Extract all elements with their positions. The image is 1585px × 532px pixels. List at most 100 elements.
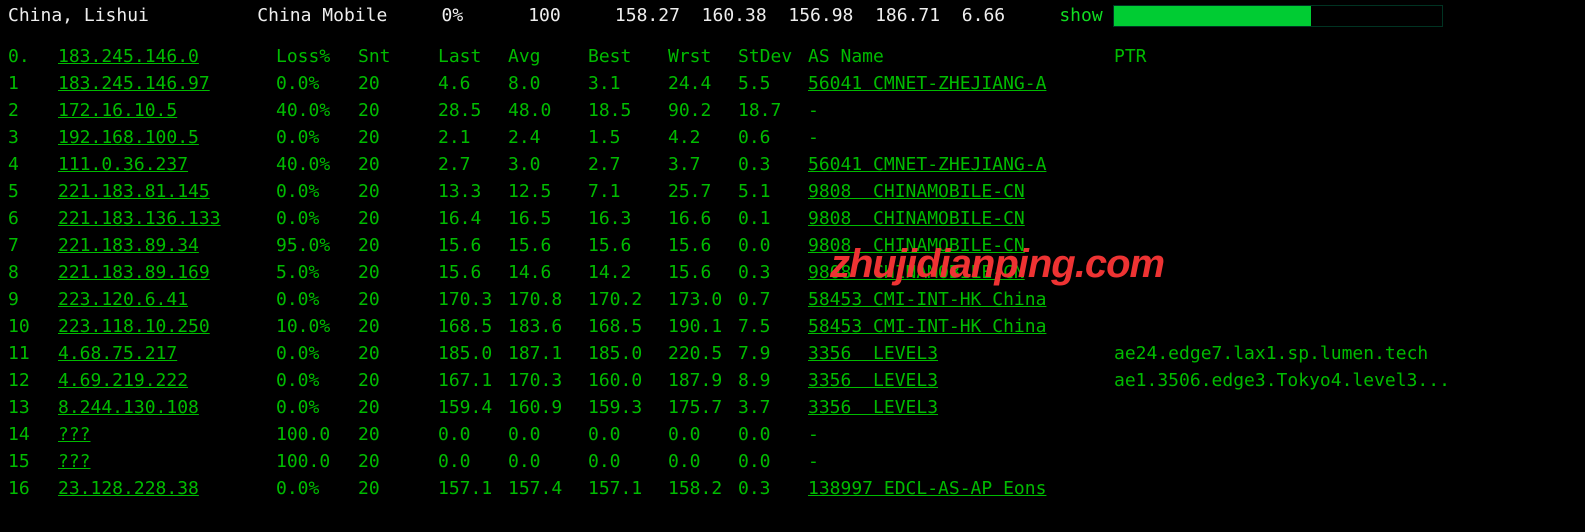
hop-as-name[interactable]: 3356 LEVEL3 [808,340,1114,367]
hop-as-name[interactable]: 9808 CHINAMOBILE-CN [808,178,1114,205]
hop-number: 1 [8,70,58,97]
hop-as-name[interactable]: 3356 LEVEL3 [808,394,1114,421]
hop-ip[interactable]: 221.183.89.169 [58,259,276,286]
hop-ip[interactable]: 183.245.146.97 [58,70,276,97]
hop-number: 2 [8,97,58,124]
hop-as-name[interactable]: 56041 CMNET-ZHEJIANG-A [808,151,1114,178]
col-header-last: Last [438,43,508,70]
hop-ip[interactable]: 221.183.89.34 [58,232,276,259]
hop-wrst: 173.0 [668,286,738,313]
hop-stdev: 5.5 [738,70,808,97]
table-row: 6221.183.136.1330.0%2016.416.516.316.60.… [8,205,1577,232]
hop-snt: 20 [358,70,438,97]
table-row: 2172.16.10.540.0%2028.548.018.590.218.7- [8,97,1577,124]
hop-snt: 20 [358,286,438,313]
hop-ip[interactable]: ??? [58,448,276,475]
hop-loss: 0.0% [276,205,358,232]
hop-ptr: ae24.edge7.lax1.sp.lumen.tech [1114,340,1577,367]
hop-as-name[interactable]: 56041 CMNET-ZHEJIANG-A [808,70,1114,97]
table-row: 10223.118.10.25010.0%20168.5183.6168.519… [8,313,1577,340]
col-header-snt: Snt [358,43,438,70]
hop-snt: 20 [358,97,438,124]
hop-ptr [1114,259,1577,286]
hop-avg: 170.8 [508,286,588,313]
hop-ip[interactable]: 111.0.36.237 [58,151,276,178]
col-header-ip[interactable]: 183.245.146.0 [58,43,276,70]
hop-avg: 160.9 [508,394,588,421]
hop-ptr [1114,124,1577,151]
hop-wrst: 187.9 [668,367,738,394]
col-header-stdev: StDev [738,43,808,70]
hop-last: 16.4 [438,205,508,232]
hop-stdev: 0.6 [738,124,808,151]
hop-best: 1.5 [588,124,668,151]
show-button[interactable]: show [1059,2,1102,29]
hop-ip[interactable]: 4.69.219.222 [58,367,276,394]
hop-avg: 16.5 [508,205,588,232]
hop-as-name[interactable]: 9808 CHINAMOBILE-CN [808,259,1114,286]
hop-snt: 20 [358,232,438,259]
hop-as-name: - [808,448,1114,475]
hop-snt: 20 [358,394,438,421]
hop-ip[interactable]: 4.68.75.217 [58,340,276,367]
hop-snt: 20 [358,421,438,448]
col-header-avg: Avg [508,43,588,70]
hop-loss: 5.0% [276,259,358,286]
hop-ip[interactable]: 221.183.81.145 [58,178,276,205]
col-header-wrst: Wrst [668,43,738,70]
hop-ptr [1114,70,1577,97]
hop-ip[interactable]: 223.118.10.250 [58,313,276,340]
hop-ip[interactable]: 172.16.10.5 [58,97,276,124]
hop-ip[interactable]: 8.244.130.108 [58,394,276,421]
hop-best: 168.5 [588,313,668,340]
progress-bar [1113,5,1443,27]
hop-as-name[interactable]: 9808 CHINAMOBILE-CN [808,205,1114,232]
hop-stdev: 0.3 [738,475,808,502]
hop-avg: 14.6 [508,259,588,286]
hop-wrst: 16.6 [668,205,738,232]
hop-ptr: ae1.3506.edge3.Tokyo4.level3... [1114,367,1577,394]
hop-ip[interactable]: 223.120.6.41 [58,286,276,313]
table-header-row: 0. 183.245.146.0 Loss% Snt Last Avg Best… [8,43,1577,70]
hop-as-name: - [808,421,1114,448]
hop-last: 157.1 [438,475,508,502]
hop-ip[interactable]: 221.183.136.133 [58,205,276,232]
hop-stdev: 18.7 [738,97,808,124]
hop-avg: 187.1 [508,340,588,367]
table-row: 15???100.0200.00.00.00.00.0- [8,448,1577,475]
hop-ip[interactable]: 192.168.100.5 [58,124,276,151]
hop-ip[interactable]: 23.128.228.38 [58,475,276,502]
hop-stdev: 0.0 [738,448,808,475]
hop-number: 14 [8,421,58,448]
header-snt: 100 [528,2,561,29]
hop-stdev: 8.9 [738,367,808,394]
hop-loss: 0.0% [276,178,358,205]
table-row: 9223.120.6.410.0%20170.3170.8170.2173.00… [8,286,1577,313]
hop-as-name[interactable]: 9808 CHINAMOBILE-CN [808,232,1114,259]
col-header-as: AS Name [808,43,1114,70]
hop-wrst: 15.6 [668,259,738,286]
hop-wrst: 4.2 [668,124,738,151]
hop-ptr [1114,394,1577,421]
hop-stdev: 0.0 [738,232,808,259]
hop-best: 3.1 [588,70,668,97]
hop-best: 160.0 [588,367,668,394]
hop-loss: 100.0 [276,448,358,475]
hop-as-name[interactable]: 58453 CMI-INT-HK China [808,313,1114,340]
hop-avg: 8.0 [508,70,588,97]
hop-best: 185.0 [588,340,668,367]
trace-table: 0. 183.245.146.0 Loss% Snt Last Avg Best… [0,31,1585,502]
hop-loss: 0.0% [276,286,358,313]
hop-as-name[interactable]: 138997 EDCL-AS-AP Eons [808,475,1114,502]
hop-ip[interactable]: ??? [58,421,276,448]
col-header-hop: 0. [8,43,58,70]
hop-last: 28.5 [438,97,508,124]
hop-wrst: 220.5 [668,340,738,367]
hop-loss: 0.0% [276,70,358,97]
hop-stdev: 7.5 [738,313,808,340]
hop-snt: 20 [358,178,438,205]
col-header-ptr: PTR [1114,43,1577,70]
hop-last: 13.3 [438,178,508,205]
hop-as-name[interactable]: 3356 LEVEL3 [808,367,1114,394]
hop-as-name[interactable]: 58453 CMI-INT-HK China [808,286,1114,313]
